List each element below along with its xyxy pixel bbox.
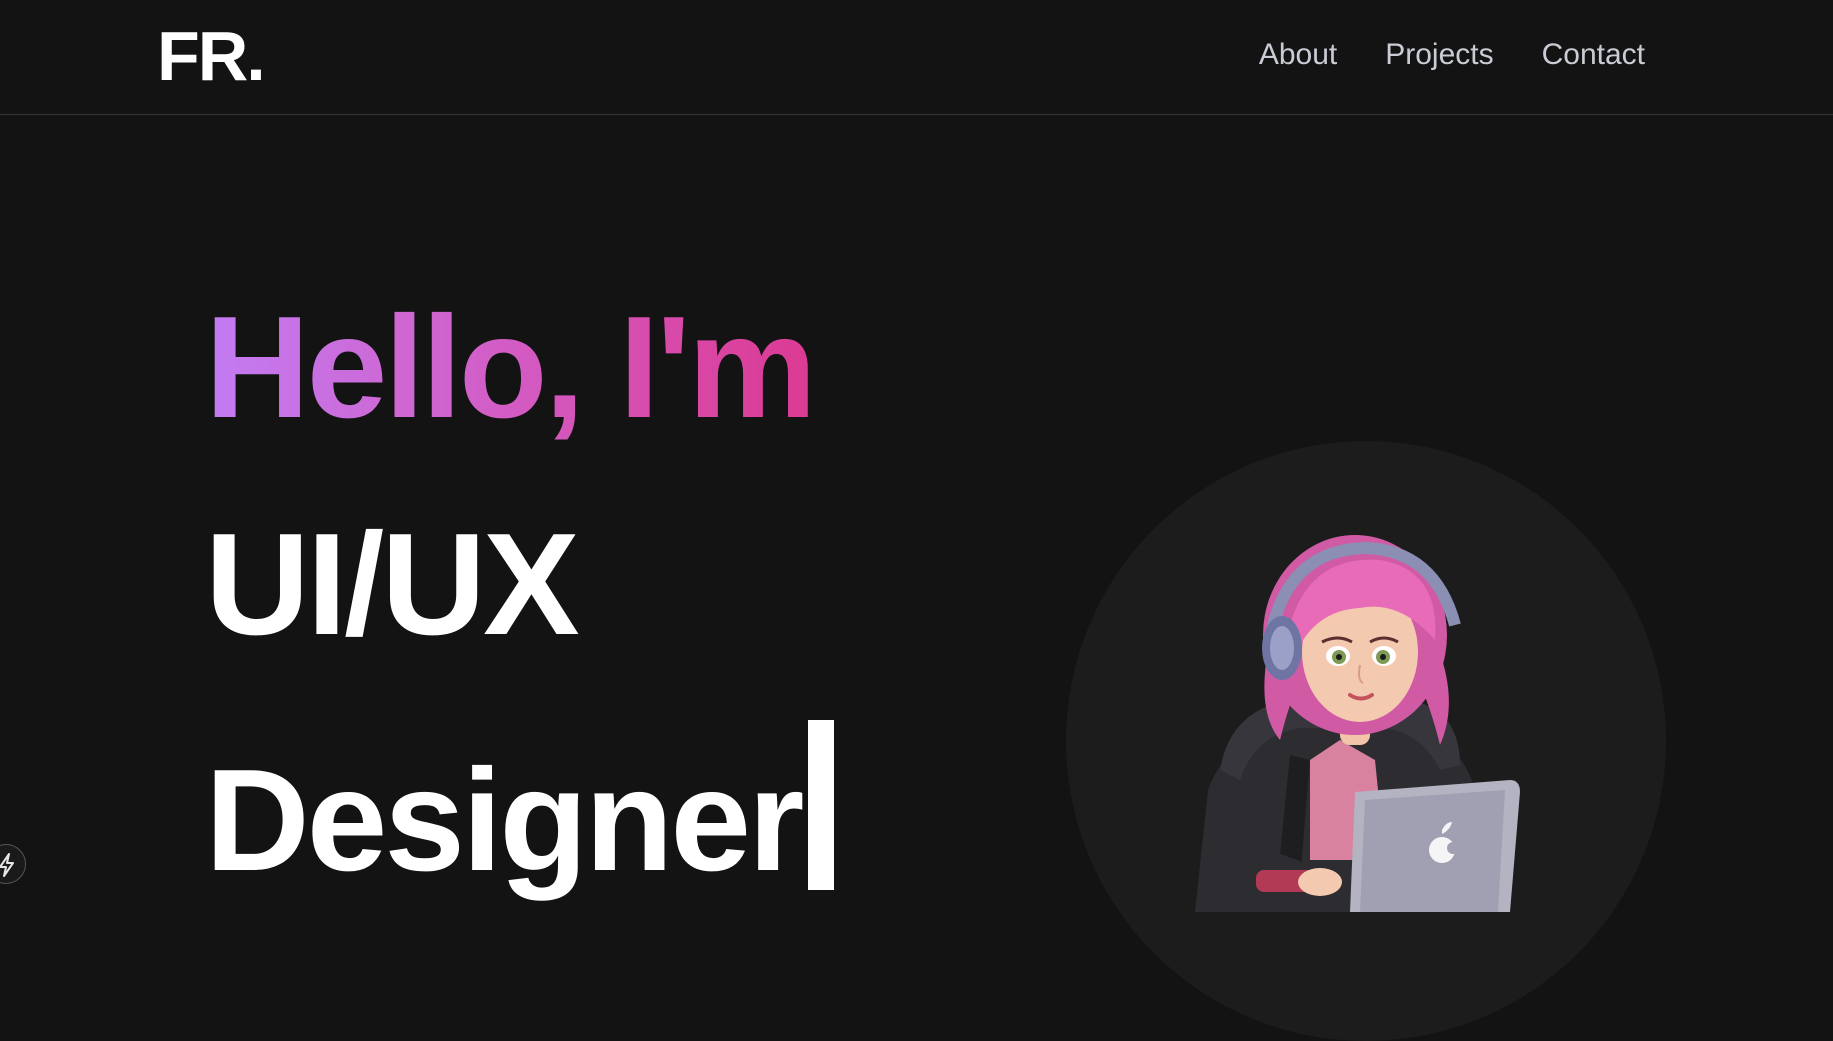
avatar-girl-illustration (1195, 535, 1520, 912)
hero-role-line-2: Designer (205, 720, 834, 900)
typing-caret (807, 720, 834, 890)
avatar-illustration (1160, 530, 1580, 912)
nav-link-projects[interactable]: Projects (1385, 36, 1493, 74)
site-logo[interactable]: FR. (157, 18, 266, 94)
nav-link-contact[interactable]: Contact (1542, 36, 1645, 74)
hero-role-text: Designer (205, 739, 804, 901)
floating-action-button[interactable] (0, 844, 26, 884)
nav-link-about[interactable]: About (1259, 36, 1337, 74)
nav-links: About Projects Contact (1259, 36, 1645, 74)
navbar: FR. About Projects Contact (0, 0, 1833, 115)
hero-role-line-1: UI/UX (205, 503, 580, 665)
lightning-bolt-icon (0, 853, 14, 877)
hero-greeting: Hello, I'm (205, 286, 817, 448)
